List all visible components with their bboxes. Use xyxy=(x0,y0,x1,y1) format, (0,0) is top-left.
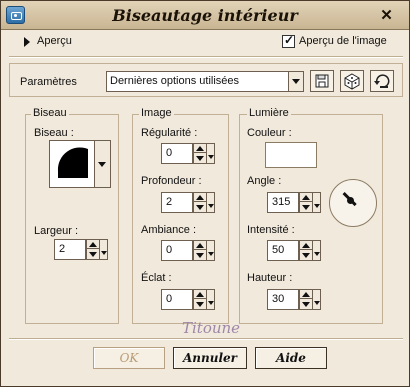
save-preset-button[interactable] xyxy=(310,70,334,92)
decrement-icon[interactable] xyxy=(300,300,312,309)
elevation-spinner[interactable]: 30 xyxy=(267,289,321,310)
depth-label: Profondeur : xyxy=(141,175,202,187)
width-stepper[interactable] xyxy=(86,239,100,260)
ambience-label: Ambiance : xyxy=(141,224,197,236)
elevation-stepper[interactable] xyxy=(299,289,313,310)
presets-selected-value: Dernières options utilisées xyxy=(110,75,240,87)
reset-button[interactable] xyxy=(370,70,394,92)
decrement-icon[interactable] xyxy=(194,154,206,163)
elevation-field[interactable]: 30 xyxy=(267,289,299,310)
shininess-stepper[interactable] xyxy=(193,289,207,310)
divider xyxy=(9,338,403,340)
dial-knob-icon xyxy=(347,197,354,204)
depth-spinner[interactable]: 2 xyxy=(161,192,215,213)
intensity-label: Intensité : xyxy=(247,224,295,236)
shininess-field[interactable]: 0 xyxy=(161,289,193,310)
smoothness-label: Régularité : xyxy=(141,127,198,139)
title-bar[interactable]: Biseautage intérieur ✕ xyxy=(1,1,409,30)
divider xyxy=(9,56,403,58)
smoothness-spinner[interactable]: 0 xyxy=(161,143,215,164)
decrement-icon[interactable] xyxy=(300,203,312,212)
shininess-slider-popup[interactable] xyxy=(207,289,215,310)
angle-spinner[interactable]: 315 xyxy=(267,192,321,213)
image-group-title: Image xyxy=(139,107,174,119)
dialog-window: Biseautage intérieur ✕ Aperçu ✓ Aperçu d… xyxy=(0,0,410,387)
elevation-slider-popup[interactable] xyxy=(313,289,321,310)
bevel-shape-preview[interactable] xyxy=(49,140,95,188)
reset-icon xyxy=(374,74,390,88)
angle-label: Angle : xyxy=(247,175,282,187)
smoothness-slider-popup[interactable] xyxy=(207,143,215,164)
bevel-group-title: Biseau xyxy=(31,107,69,119)
depth-field[interactable]: 2 xyxy=(161,192,193,213)
checkmark-icon: ✓ xyxy=(284,33,295,47)
increment-icon[interactable] xyxy=(300,290,312,299)
decrement-icon[interactable] xyxy=(194,251,206,260)
light-group-title: Lumière xyxy=(247,107,291,119)
width-label: Largeur : xyxy=(34,225,79,237)
intensity-stepper[interactable] xyxy=(299,240,313,261)
intensity-field[interactable]: 50 xyxy=(267,240,299,261)
increment-icon[interactable] xyxy=(194,193,206,202)
close-button[interactable]: ✕ xyxy=(378,7,395,24)
presets-panel: Paramètres Dernières options utilisées xyxy=(9,63,403,97)
cancel-button[interactable]: Annuler xyxy=(173,347,247,369)
intensity-slider-popup[interactable] xyxy=(313,240,321,261)
decrement-icon[interactable] xyxy=(300,251,312,260)
ambience-slider-popup[interactable] xyxy=(207,240,215,261)
angle-field[interactable]: 315 xyxy=(267,192,299,213)
angle-stepper[interactable] xyxy=(299,192,313,213)
shininess-spinner[interactable]: 0 xyxy=(161,289,215,310)
color-label: Couleur : xyxy=(247,127,292,139)
bevel-shape-icon xyxy=(57,147,88,178)
randomize-icon xyxy=(344,73,360,90)
ok-button[interactable]: OK xyxy=(93,347,165,369)
help-button[interactable]: Aide xyxy=(255,347,327,369)
image-preview-label[interactable]: Aperçu de l'image xyxy=(299,35,387,47)
bevel-dropdown-button[interactable] xyxy=(95,140,111,188)
depth-stepper[interactable] xyxy=(193,192,207,213)
width-slider-popup[interactable] xyxy=(100,239,108,260)
image-preview-checkbox[interactable]: ✓ xyxy=(282,33,295,48)
increment-icon[interactable] xyxy=(300,193,312,202)
intensity-spinner[interactable]: 50 xyxy=(267,240,321,261)
angle-slider-popup[interactable] xyxy=(313,192,321,213)
smoothness-field[interactable]: 0 xyxy=(161,143,193,164)
increment-icon[interactable] xyxy=(194,290,206,299)
increment-icon[interactable] xyxy=(194,144,206,153)
decrement-icon[interactable] xyxy=(194,203,206,212)
watermark-signature: Titoune xyxy=(182,319,241,337)
light-color-swatch[interactable] xyxy=(265,142,317,168)
presets-label: Paramètres xyxy=(20,76,77,88)
smoothness-stepper[interactable] xyxy=(193,143,207,164)
increment-icon[interactable] xyxy=(87,240,99,249)
ambience-stepper[interactable] xyxy=(193,240,207,261)
bevel-label: Biseau : xyxy=(34,127,74,139)
preview-row: Aperçu ✓ Aperçu de l'image xyxy=(9,30,403,54)
shininess-label: Éclat : xyxy=(141,272,172,284)
width-spinner[interactable]: 2 xyxy=(54,239,108,260)
decrement-icon[interactable] xyxy=(87,250,99,259)
increment-icon[interactable] xyxy=(300,241,312,250)
decrement-icon[interactable] xyxy=(194,300,206,309)
depth-slider-popup[interactable] xyxy=(207,192,215,213)
presets-dropdown[interactable]: Dernières options utilisées xyxy=(106,71,304,92)
save-preset-icon xyxy=(315,74,329,88)
randomize-button[interactable] xyxy=(340,70,364,92)
angle-dial[interactable] xyxy=(329,179,377,227)
elevation-label: Hauteur : xyxy=(247,272,293,284)
ambience-spinner[interactable]: 0 xyxy=(161,240,215,261)
dialog-title: Biseautage intérieur xyxy=(112,6,298,25)
increment-icon[interactable] xyxy=(194,241,206,250)
width-field[interactable]: 2 xyxy=(54,239,86,260)
expand-triangle-icon[interactable] xyxy=(24,37,30,47)
preview-toggle-label[interactable]: Aperçu xyxy=(37,35,72,47)
ambience-field[interactable]: 0 xyxy=(161,240,193,261)
chevron-down-icon[interactable] xyxy=(288,72,303,91)
